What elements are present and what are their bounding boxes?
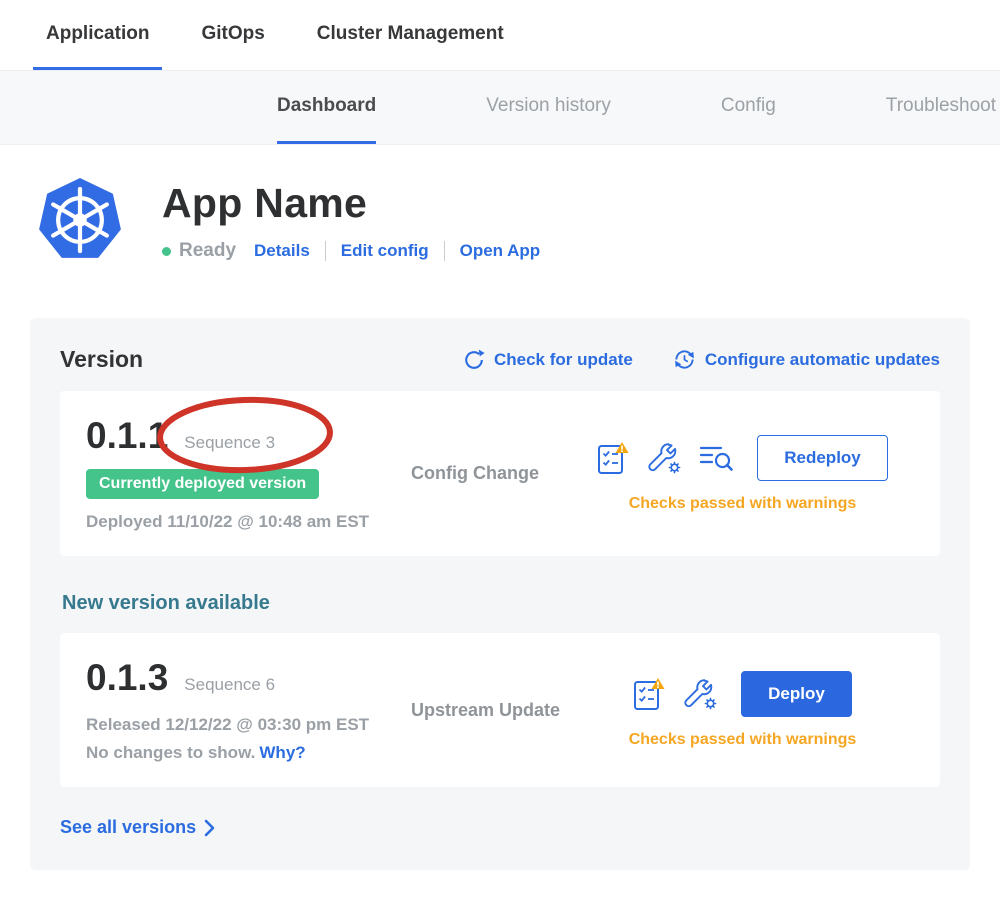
current-version-actions: Redeploy Checks passed with warnings — [571, 435, 914, 513]
page-title: App Name — [162, 180, 540, 227]
separator — [325, 241, 326, 261]
new-version-heading: New version available — [62, 592, 940, 615]
status-label: Ready — [179, 240, 236, 262]
details-link[interactable]: Details — [254, 241, 310, 261]
new-version-info: 0.1.3 Sequence 6 Released 12/12/22 @ 03:… — [86, 657, 411, 763]
tab-config[interactable]: Config — [721, 71, 776, 144]
preflight-checks-warning-icon[interactable] — [597, 441, 629, 475]
kubernetes-logo-icon — [38, 178, 122, 262]
deploy-button[interactable]: Deploy — [741, 671, 852, 717]
check-for-update-label: Check for update — [494, 350, 633, 370]
why-link[interactable]: Why? — [259, 743, 305, 762]
currently-deployed-badge: Currently deployed version — [86, 469, 319, 499]
version-panel: Version Check for update — [30, 318, 970, 870]
auto-update-clock-icon — [673, 348, 696, 371]
refresh-icon — [463, 349, 485, 371]
configure-automatic-updates-link[interactable]: Configure automatic updates — [673, 348, 940, 371]
new-check-icons — [633, 677, 717, 711]
no-changes-text: No changes to show. — [86, 743, 255, 762]
config-wrench-gear-icon[interactable] — [647, 442, 681, 474]
secondary-nav: Dashboard Version history Config Trouble… — [0, 71, 1000, 145]
current-version-line: 0.1.1 Sequence 3 — [86, 415, 411, 457]
new-actions-row: Deploy — [633, 671, 852, 717]
view-diff-search-icon[interactable] — [699, 443, 733, 473]
status-badge: Ready — [162, 240, 236, 262]
released-timestamp: Released 12/12/22 @ 03:30 pm EST — [86, 715, 411, 735]
check-for-update-link[interactable]: Check for update — [463, 349, 633, 371]
tab-application[interactable]: Application — [33, 0, 162, 70]
version-panel-header: Version Check for update — [60, 346, 940, 373]
see-all-versions-label: See all versions — [60, 817, 196, 838]
chevron-right-icon — [204, 819, 215, 837]
open-app-link[interactable]: Open App — [460, 241, 541, 261]
app-meta-row: Ready Details Edit config Open App — [162, 240, 540, 262]
new-version-line: 0.1.3 Sequence 6 — [86, 657, 411, 699]
new-change-type: Upstream Update — [411, 700, 571, 721]
see-all-versions-link[interactable]: See all versions — [60, 817, 215, 838]
new-version-actions: Deploy Checks passed with warnings — [571, 671, 914, 749]
tab-version-history[interactable]: Version history — [486, 71, 611, 144]
current-version-info: 0.1.1 Sequence 3 Currently deployed vers… — [86, 415, 411, 532]
separator — [444, 241, 445, 261]
tab-troubleshoot[interactable]: Troubleshoot — [886, 71, 996, 144]
primary-nav: Application GitOps Cluster Management — [0, 0, 1000, 71]
no-changes-row: No changes to show.Why? — [86, 743, 411, 763]
current-change-type: Config Change — [411, 463, 571, 484]
redeploy-button[interactable]: Redeploy — [757, 435, 888, 481]
configure-automatic-updates-label: Configure automatic updates — [705, 350, 940, 370]
version-panel-actions: Check for update Configure automatic upd… — [463, 348, 940, 371]
new-version-card: 0.1.3 Sequence 6 Released 12/12/22 @ 03:… — [60, 633, 940, 787]
tab-gitops[interactable]: GitOps — [188, 0, 277, 70]
current-version-number: 0.1.1 — [86, 415, 168, 457]
app-header: App Name Ready Details Edit config Open … — [38, 178, 1000, 262]
status-dot-icon — [162, 247, 171, 256]
current-check-icons — [597, 441, 733, 475]
version-panel-title: Version — [60, 346, 143, 373]
current-version-card: 0.1.1 Sequence 3 Currently deployed vers… — [60, 391, 940, 556]
config-wrench-gear-icon[interactable] — [683, 678, 717, 710]
deployed-timestamp: Deployed 11/10/22 @ 10:48 am EST — [86, 512, 411, 532]
current-sequence-label: Sequence 3 — [184, 433, 275, 453]
new-version-number: 0.1.3 — [86, 657, 168, 699]
tab-dashboard[interactable]: Dashboard — [277, 71, 376, 144]
preflight-checks-warning-icon[interactable] — [633, 677, 665, 711]
tab-cluster-management[interactable]: Cluster Management — [304, 0, 517, 70]
app-title-block: App Name Ready Details Edit config Open … — [162, 178, 540, 262]
current-checks-status: Checks passed with warnings — [629, 495, 857, 513]
current-actions-row: Redeploy — [597, 435, 888, 481]
new-sequence-label: Sequence 6 — [184, 675, 275, 695]
new-checks-status: Checks passed with warnings — [629, 731, 857, 749]
edit-config-link[interactable]: Edit config — [341, 241, 429, 261]
